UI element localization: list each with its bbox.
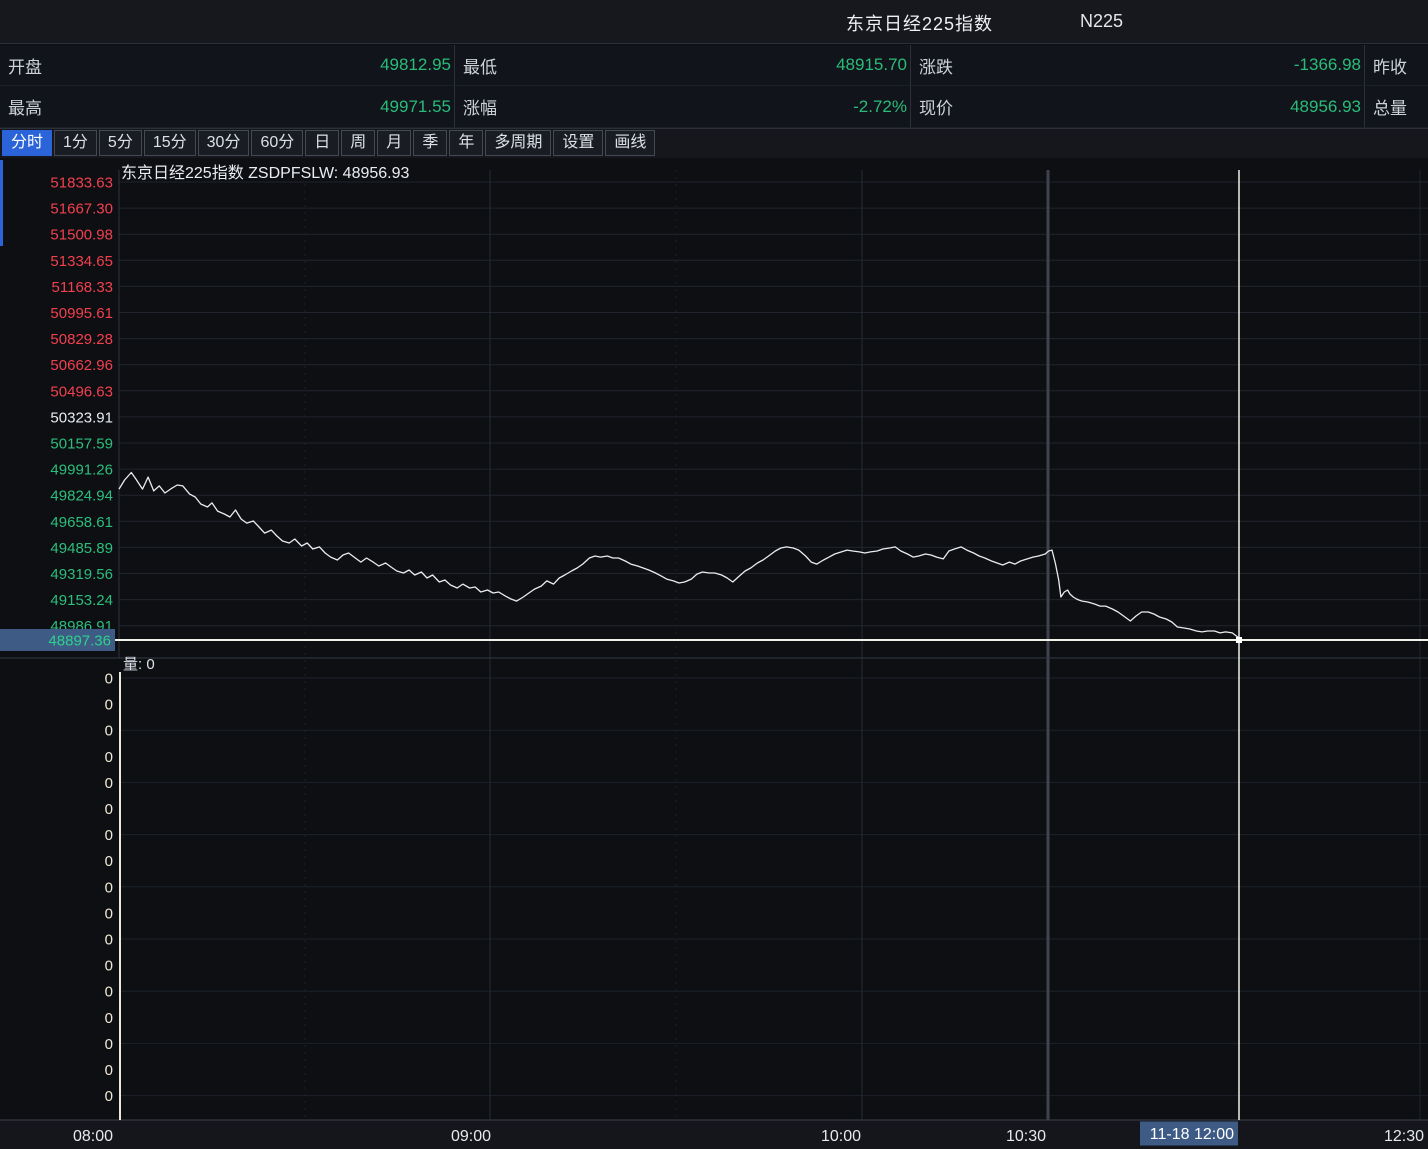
price-axis-label: 49319.56 (50, 566, 113, 583)
price-axis-label: 50157.59 (50, 436, 113, 453)
tab-季[interactable]: 季 (413, 130, 447, 156)
volume-axis-label: 0 (105, 749, 113, 766)
quote-change-percent: 涨幅 -2.72% (455, 86, 911, 128)
price-axis-label: 51168.33 (52, 279, 113, 296)
quote-high-label: 最高 (8, 94, 42, 119)
chart-overlay-title: 东京日经225指数 ZSDPFSLW: 48956.93 (121, 164, 410, 182)
price-axis-label: 49991.26 (50, 462, 113, 479)
crosshair-point (1236, 637, 1242, 643)
tab-日[interactable]: 日 (305, 130, 339, 156)
quote-total-volume: 总量 (1365, 86, 1428, 128)
volume-axis-label: 0 (105, 958, 113, 975)
quote-low-label: 最低 (463, 53, 497, 78)
price-axis-label: 51334.65 (50, 253, 113, 270)
quote-high-value: 49971.55 (380, 97, 451, 117)
tab-30分[interactable]: 30分 (198, 130, 250, 156)
volume-axis-label: 0 (105, 697, 113, 714)
volume-axis-label: 0 (105, 1062, 113, 1079)
instrument-symbol: N225 (1080, 11, 1123, 32)
quote-low-value: 48915.70 (836, 55, 907, 75)
quote-open-label: 开盘 (8, 53, 42, 78)
price-axis-label: 50995.61 (50, 305, 113, 322)
intraday-chart[interactable]: 51833.63 51667.30 51500.98 51334.65 51168.33… (0, 158, 1428, 1149)
quote-last-price-label: 现价 (919, 94, 953, 119)
period-tabbar: 分时1分5分15分30分60分日周月季年多周期设置画线 (0, 129, 1428, 158)
tab-60分[interactable]: 60分 (251, 130, 303, 156)
quote-change-value: -1366.98 (1294, 55, 1361, 75)
quote-open: 开盘 49812.95 (0, 45, 455, 86)
quote-prev-close: 昨收 (1365, 45, 1428, 86)
tab-多周期[interactable]: 多周期 (485, 130, 551, 156)
quote-open-value: 49812.95 (380, 55, 451, 75)
tab-5分[interactable]: 5分 (99, 130, 142, 156)
quote-last-price-value: 48956.93 (1290, 97, 1361, 117)
quote-change: 涨跌 -1366.98 (911, 45, 1365, 86)
tab-年[interactable]: 年 (449, 130, 483, 156)
tab-15分[interactable]: 15分 (144, 130, 196, 156)
title-bar: 东京日经225指数 N225 (0, 0, 1428, 44)
price-axis-label: 49485.89 (50, 540, 113, 557)
volume-axis-label: 0 (105, 853, 113, 870)
time-axis-label: 08:00 (73, 1128, 113, 1145)
quote-high: 最高 49971.55 (0, 86, 455, 128)
price-axis-label: 50662.96 (50, 357, 113, 374)
quote-prev-close-label: 昨收 (1373, 53, 1407, 78)
tab-周[interactable]: 周 (341, 130, 375, 156)
time-axis-label: 12:30 (1384, 1128, 1424, 1145)
volume-axis-label: 0 (105, 1036, 113, 1053)
crosshair-price-label: 48897.36 (48, 633, 111, 650)
crosshair-time-label: 11-18 12:00 (1150, 1126, 1234, 1143)
tab-1分[interactable]: 1分 (54, 130, 97, 156)
quote-change-percent-value: -2.72% (853, 97, 907, 117)
volume-axis-label: 0 (105, 723, 113, 740)
tab-画线[interactable]: 画线 (605, 130, 655, 156)
time-axis-label: 10:00 (821, 1128, 861, 1145)
quote-change-percent-label: 涨幅 (463, 94, 497, 119)
price-axis-label: 49824.94 (50, 488, 113, 505)
price-axis-label: 51667.30 (50, 201, 113, 218)
instrument-title: 东京日经225指数 (846, 10, 993, 36)
tab-分时[interactable]: 分时 (2, 130, 52, 156)
volume-axis-label: 0 (105, 1088, 113, 1105)
price-line (119, 473, 1239, 639)
price-axis-label: 50323.91 (50, 409, 113, 426)
quote-change-label: 涨跌 (919, 53, 953, 78)
time-axis-label: 10:30 (1006, 1128, 1046, 1145)
time-axis-label: 09:00 (451, 1128, 491, 1145)
price-axis-label: 50496.63 (50, 383, 113, 400)
volume-axis-label: 0 (105, 932, 113, 949)
tab-月[interactable]: 月 (377, 130, 411, 156)
volume-axis-label: 0 (105, 984, 113, 1001)
price-axis-label: 49153.24 (50, 592, 113, 609)
price-axis-label: 50829.28 (50, 331, 113, 348)
volume-axis-label: 0 (105, 801, 113, 818)
price-axis-label: 51500.98 (50, 227, 113, 244)
volume-axis-label: 0 (105, 879, 113, 896)
quote-last-price: 现价 48956.93 (911, 86, 1365, 128)
quote-info-bar: 开盘 49812.95 最低 48915.70 涨跌 -1366.98 昨收 最… (0, 45, 1428, 129)
volume-value-label: 量: 0 (123, 656, 155, 673)
volume-axis-label: 0 (105, 827, 113, 844)
quote-low: 最低 48915.70 (455, 45, 911, 86)
price-axis-label: 51833.63 (50, 175, 113, 192)
volume-axis-label: 0 (105, 775, 113, 792)
tab-设置[interactable]: 设置 (553, 130, 603, 156)
volume-axis-label: 0 (105, 1010, 113, 1027)
price-axis-label: 49658.61 (50, 514, 113, 531)
quote-total-volume-label: 总量 (1373, 94, 1407, 119)
volume-axis-label: 0 (105, 905, 113, 922)
volume-axis-label: 0 (105, 671, 113, 688)
